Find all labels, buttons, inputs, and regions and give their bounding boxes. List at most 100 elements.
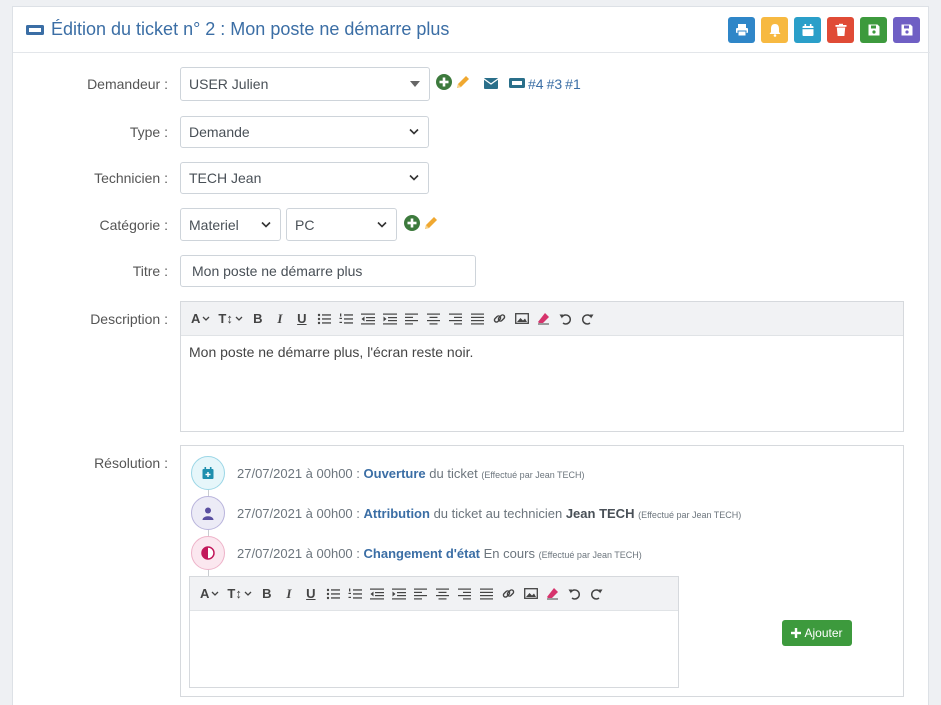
- justify-icon: [471, 313, 485, 324]
- align-right-button[interactable]: [449, 308, 463, 330]
- timeline-author: (Effectué par Jean TECH): [638, 509, 742, 520]
- header-toolbar: [728, 17, 920, 43]
- indent-icon: [382, 313, 397, 324]
- chevron-down-icon: [261, 221, 271, 228]
- ticket-link-3[interactable]: #3: [547, 76, 563, 92]
- underline-button[interactable]: U: [295, 308, 309, 330]
- email-requester-button[interactable]: [483, 76, 499, 92]
- subcategory-value: PC: [295, 216, 315, 233]
- align-left-button[interactable]: [405, 308, 419, 330]
- ticket-link-1[interactable]: #1: [565, 76, 581, 92]
- ticket-icon: [509, 76, 525, 92]
- bold-button[interactable]: B: [260, 583, 274, 605]
- edit-requester-button[interactable]: [455, 74, 471, 93]
- technician-select[interactable]: TECH Jean: [180, 162, 429, 194]
- save-close-button[interactable]: [893, 17, 920, 43]
- type-label: Type :: [129, 124, 168, 140]
- align-left-button[interactable]: [414, 583, 428, 605]
- resolution-editor: A T↕ B I U: [189, 576, 679, 688]
- link-icon: [494, 314, 506, 323]
- requester-label: Demandeur :: [87, 76, 168, 92]
- italic-button[interactable]: I: [273, 308, 287, 330]
- outdent-button[interactable]: [369, 583, 384, 605]
- description-text[interactable]: Mon poste ne démarre plus, l'écran reste…: [181, 336, 903, 368]
- calendar-button[interactable]: [794, 17, 821, 43]
- add-category-button[interactable]: [404, 215, 420, 234]
- category-select[interactable]: Materiel: [180, 208, 281, 241]
- undo-icon: [568, 588, 581, 600]
- clear-format-button[interactable]: [537, 308, 551, 330]
- timeline-author: (Effectué par Jean TECH): [481, 469, 585, 480]
- numbered-list-button[interactable]: [348, 583, 362, 605]
- plus-icon: [791, 628, 802, 638]
- clear-format-button[interactable]: [546, 583, 560, 605]
- print-button[interactable]: [728, 17, 755, 43]
- undo-button[interactable]: [568, 583, 582, 605]
- link-icon: [503, 589, 515, 598]
- font-color-button[interactable]: A: [191, 308, 210, 330]
- indent-icon: [391, 588, 406, 599]
- italic-button[interactable]: I: [282, 583, 296, 605]
- outdent-icon: [360, 313, 375, 324]
- type-value: Demande: [189, 124, 250, 140]
- chevron-down-icon: [409, 174, 419, 181]
- link-button[interactable]: [493, 308, 507, 330]
- image-button[interactable]: [523, 583, 538, 605]
- link-button[interactable]: [502, 583, 516, 605]
- bullet-list-button[interactable]: [326, 583, 340, 605]
- notify-button[interactable]: [761, 17, 788, 43]
- align-center-icon: [427, 313, 441, 324]
- undo-button[interactable]: [559, 308, 573, 330]
- justify-button[interactable]: [471, 308, 485, 330]
- numbered-list-button[interactable]: [339, 308, 353, 330]
- outdent-button[interactable]: [360, 308, 375, 330]
- save-button[interactable]: [860, 17, 887, 43]
- card-header: Édition du ticket n° 2 : Mon poste ne dé…: [13, 7, 930, 53]
- indent-button[interactable]: [382, 308, 397, 330]
- category-actions: [404, 215, 439, 234]
- requester-value: USER Julien: [189, 76, 269, 92]
- description-editor: A T↕ B I U Mon poste ne démarre plus, l'…: [180, 301, 904, 432]
- image-icon: [523, 588, 538, 599]
- editor-toolbar: A T↕ B I U: [181, 302, 903, 336]
- timeline-date: 27/07/2021 à 00h00 :: [237, 465, 360, 481]
- align-center-button[interactable]: [436, 583, 450, 605]
- save-icon: [901, 24, 912, 36]
- timeline-event: Attribution: [363, 505, 430, 521]
- add-resolution-label: Ajouter: [804, 626, 843, 640]
- type-select[interactable]: Demande: [180, 116, 429, 148]
- resolution-text-area[interactable]: [190, 611, 678, 681]
- delete-button[interactable]: [827, 17, 854, 43]
- timeline-detail: En cours: [483, 545, 535, 561]
- add-requester-button[interactable]: [436, 74, 452, 93]
- align-right-button[interactable]: [458, 583, 472, 605]
- image-button[interactable]: [514, 308, 529, 330]
- redo-button[interactable]: [581, 308, 595, 330]
- bold-button[interactable]: B: [251, 308, 265, 330]
- align-center-button[interactable]: [427, 308, 441, 330]
- bullet-list-icon: [326, 588, 340, 599]
- edit-category-button[interactable]: [423, 215, 439, 234]
- ticket-link-4[interactable]: #4: [528, 76, 544, 92]
- trash-icon: [835, 23, 846, 36]
- font-size-button[interactable]: T↕: [218, 308, 243, 330]
- bell-icon: [769, 24, 780, 37]
- justify-button[interactable]: [480, 583, 494, 605]
- indent-button[interactable]: [391, 583, 406, 605]
- font-color-button[interactable]: A: [200, 583, 219, 605]
- caret-down-icon: [410, 81, 420, 87]
- title-input[interactable]: Mon poste ne démarre plus: [180, 255, 476, 287]
- subcategory-select[interactable]: PC: [286, 208, 397, 241]
- envelope-icon: [483, 77, 499, 89]
- requester-select[interactable]: USER Julien: [180, 67, 430, 101]
- underline-button[interactable]: U: [304, 583, 318, 605]
- redo-icon: [591, 588, 603, 600]
- title-label: Titre :: [132, 263, 168, 279]
- timeline-detail: du ticket: [429, 465, 478, 481]
- font-size-button[interactable]: T↕: [227, 583, 252, 605]
- redo-button[interactable]: [590, 583, 604, 605]
- numbered-list-icon: [339, 313, 353, 324]
- add-resolution-button[interactable]: Ajouter: [782, 620, 852, 646]
- bullet-list-button[interactable]: [317, 308, 331, 330]
- editor-toolbar: A T↕ B I U: [190, 577, 678, 611]
